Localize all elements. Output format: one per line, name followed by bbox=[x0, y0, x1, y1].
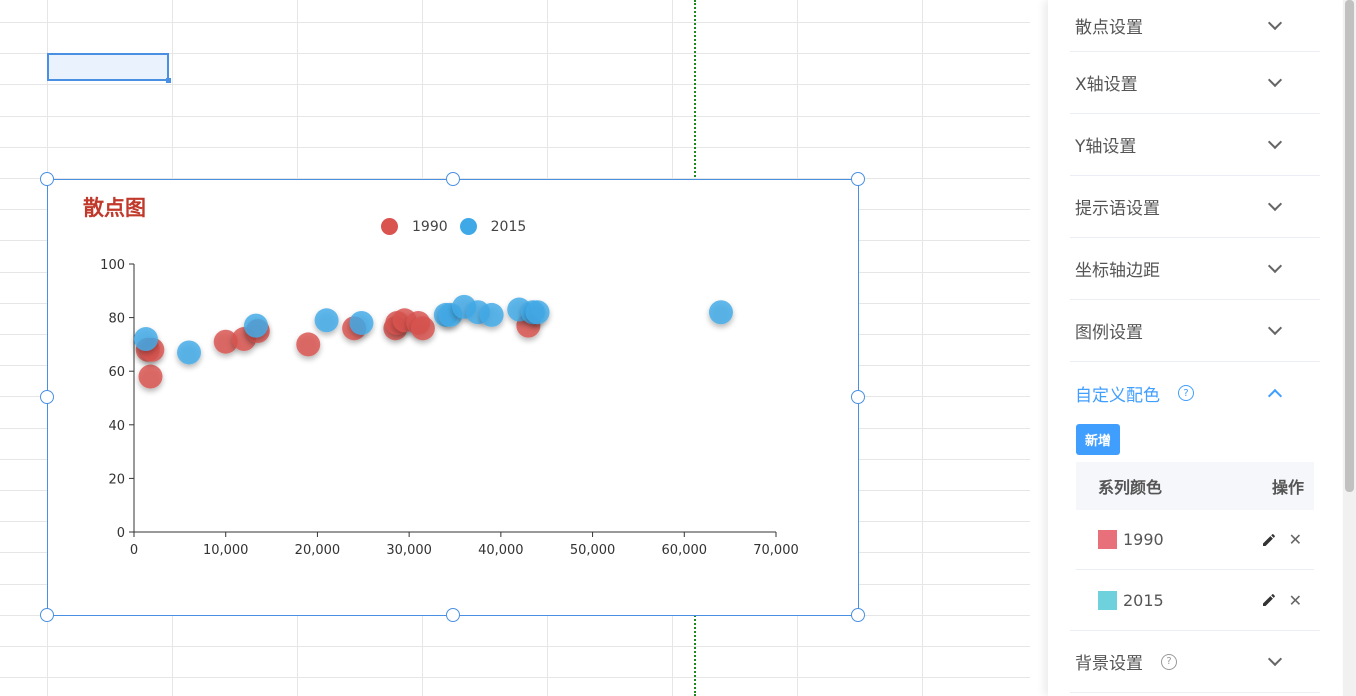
section-label: 提示语设置 bbox=[1075, 199, 1160, 219]
grid-row-line bbox=[0, 677, 1030, 678]
custom-color-body: 新增 系列颜色 操作 1990 ✕ 2015 ✕ bbox=[1070, 424, 1320, 631]
close-icon[interactable]: ✕ bbox=[1289, 530, 1302, 549]
legend-item[interactable]: 1990 bbox=[381, 218, 448, 235]
resize-handle-bottom-right[interactable] bbox=[851, 608, 865, 622]
grid-row-line bbox=[0, 147, 1030, 148]
resize-handle-top-left[interactable] bbox=[40, 172, 54, 186]
section-scatter-settings[interactable]: 散点设置 bbox=[1070, 0, 1320, 52]
series-color-table: 系列颜色 操作 1990 ✕ 2015 ✕ bbox=[1076, 462, 1314, 630]
section-custom-color[interactable]: 自定义配色 ? bbox=[1070, 362, 1320, 424]
scatter-point-2015 bbox=[133, 327, 158, 352]
chart-settings-panel: 散点设置 X轴设置 Y轴设置 提示语设置 坐标轴边距 图例设置 自定义配色 ? bbox=[1048, 0, 1342, 696]
y-tick-label: 80 bbox=[108, 312, 125, 327]
resize-handle-top-right[interactable] bbox=[851, 172, 865, 186]
chart-title: 散点图 bbox=[83, 196, 146, 220]
x-tick-label: 60,000 bbox=[662, 543, 708, 558]
help-icon[interactable]: ? bbox=[1178, 385, 1194, 401]
x-tick-label: 70,000 bbox=[753, 543, 799, 558]
scrollbar-thumb[interactable] bbox=[1345, 0, 1354, 492]
y-tick-label: 40 bbox=[108, 419, 125, 434]
legend-marker bbox=[459, 218, 477, 235]
chevron-down-icon bbox=[1267, 72, 1283, 87]
resize-handle-right[interactable] bbox=[851, 390, 865, 404]
legend-item[interactable]: 2015 bbox=[459, 218, 527, 235]
y-tick-label: 60 bbox=[108, 365, 125, 380]
resize-handle-top[interactable] bbox=[446, 172, 460, 186]
resize-handle-left[interactable] bbox=[40, 390, 54, 404]
x-tick-label: 50,000 bbox=[570, 543, 616, 558]
scatter-point-1990 bbox=[138, 364, 163, 389]
color-swatch[interactable] bbox=[1098, 590, 1117, 610]
x-tick-label: 30,000 bbox=[386, 543, 432, 558]
legend-label: 1990 bbox=[412, 218, 448, 235]
chart-container[interactable]: 0 10,000 20,000 30,000 40,000 50,000 60,000 70,… bbox=[47, 179, 859, 616]
table-row: 2015 ✕ bbox=[1076, 570, 1314, 630]
grid-row-line bbox=[0, 84, 1030, 85]
pencil-icon[interactable] bbox=[1261, 532, 1277, 548]
chart-legend: 1990 2015 bbox=[381, 218, 538, 235]
series-name: 2015 bbox=[1123, 590, 1164, 610]
section-y-axis-settings[interactable]: Y轴设置 bbox=[1070, 114, 1320, 176]
scatter-point-2015 bbox=[525, 300, 550, 325]
chevron-down-icon bbox=[1267, 258, 1283, 273]
scatter-point-1990 bbox=[410, 316, 435, 341]
add-color-button[interactable]: 新增 bbox=[1076, 424, 1121, 455]
section-axis-margin[interactable]: 坐标轴边距 bbox=[1070, 238, 1320, 300]
chevron-down-icon bbox=[1267, 196, 1283, 211]
scatter-point-2015 bbox=[708, 300, 733, 325]
selected-cell[interactable] bbox=[47, 53, 171, 83]
y-tick-label: 0 bbox=[117, 526, 125, 541]
color-swatch[interactable] bbox=[1098, 530, 1117, 549]
section-label: 图例设置 bbox=[1075, 323, 1143, 343]
chevron-up-icon bbox=[1267, 388, 1283, 404]
help-icon[interactable]: ? bbox=[1161, 653, 1177, 670]
grid-column-line bbox=[922, 0, 923, 696]
chevron-down-icon bbox=[1267, 15, 1283, 30]
close-icon[interactable]: ✕ bbox=[1289, 591, 1302, 610]
panel-scrollbar[interactable] bbox=[1343, 0, 1356, 696]
legend-label: 2015 bbox=[490, 218, 527, 235]
scatter-point-1990 bbox=[296, 332, 321, 357]
section-label: 背景设置 bbox=[1075, 654, 1143, 674]
legend-marker bbox=[381, 218, 398, 235]
header-series-color: 系列颜色 bbox=[1098, 478, 1163, 497]
chevron-down-icon bbox=[1267, 651, 1283, 666]
table-header: 系列颜色 操作 bbox=[1076, 462, 1314, 510]
section-label: 坐标轴边距 bbox=[1075, 261, 1160, 281]
section-background-settings[interactable]: 背景设置 ? bbox=[1070, 631, 1320, 693]
x-tick-label: 40,000 bbox=[478, 543, 524, 558]
chevron-down-icon bbox=[1267, 134, 1283, 149]
chevron-down-icon bbox=[1267, 320, 1283, 335]
grid-row-line bbox=[0, 646, 1030, 647]
series-name: 1990 bbox=[1123, 530, 1164, 549]
grid-row-line bbox=[0, 22, 1030, 23]
resize-handle-bottom[interactable] bbox=[446, 608, 460, 622]
section-legend-settings[interactable]: 图例设置 bbox=[1070, 300, 1320, 362]
scatter-point-2015 bbox=[314, 308, 339, 333]
section-label: 散点设置 bbox=[1075, 18, 1143, 38]
section-label: X轴设置 bbox=[1075, 75, 1138, 95]
scatter-point-2015 bbox=[349, 310, 374, 335]
scatter-point-2015 bbox=[243, 313, 268, 338]
pencil-icon[interactable] bbox=[1261, 592, 1277, 608]
resize-handle-bottom-left[interactable] bbox=[40, 608, 54, 622]
x-tick-label: 10,000 bbox=[203, 543, 249, 558]
section-x-axis-settings[interactable]: X轴设置 bbox=[1070, 52, 1320, 114]
scatter-chart: 0 10,000 20,000 30,000 40,000 50,000 60,000 70,… bbox=[100, 258, 799, 558]
scatter-point-2015 bbox=[479, 302, 504, 327]
x-tick-label: 20,000 bbox=[295, 543, 341, 558]
spreadsheet-grid[interactable]: 0 10,000 20,000 30,000 40,000 50,000 60,000 70,… bbox=[0, 0, 1030, 696]
table-row: 1990 ✕ bbox=[1076, 510, 1314, 570]
y-tick-label: 100 bbox=[100, 258, 125, 273]
scatter-point-2015 bbox=[177, 340, 202, 365]
header-operations: 操作 bbox=[1271, 478, 1304, 497]
section-tooltip-settings[interactable]: 提示语设置 bbox=[1070, 176, 1320, 238]
grid-row-line bbox=[0, 116, 1030, 117]
x-tick-label: 0 bbox=[130, 543, 138, 558]
section-label: 自定义配色 bbox=[1075, 385, 1160, 406]
y-tick-label: 20 bbox=[108, 472, 125, 487]
section-label: Y轴设置 bbox=[1075, 137, 1137, 157]
